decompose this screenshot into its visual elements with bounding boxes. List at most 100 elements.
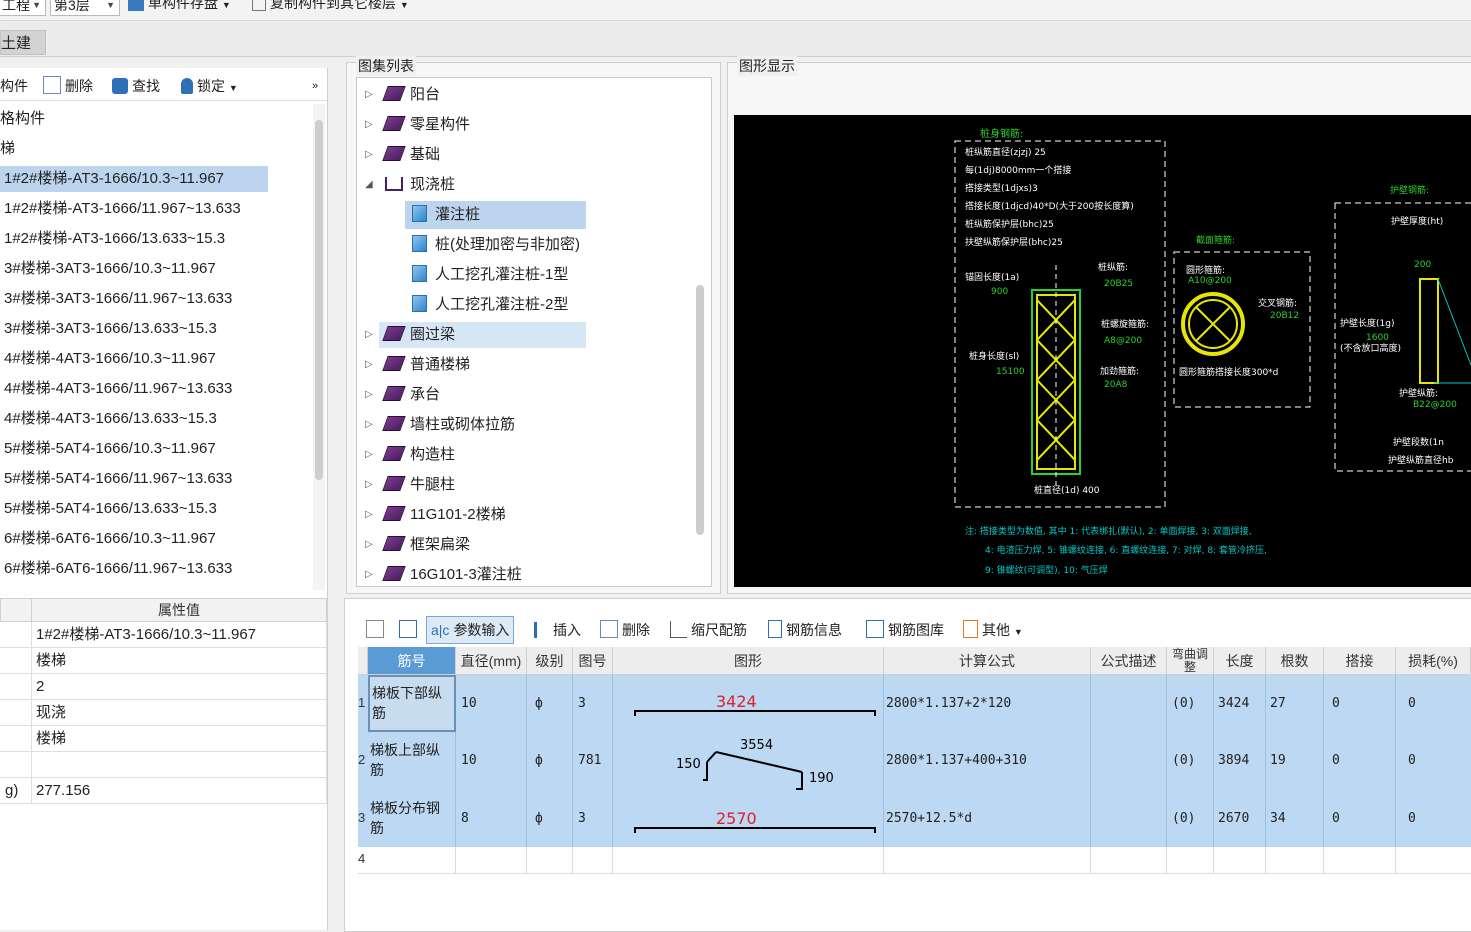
bend-adjust-cell[interactable]: (0) (1167, 675, 1214, 732)
length-cell[interactable]: 3424 (1214, 675, 1266, 732)
expand-icon[interactable]: ▷ (365, 142, 373, 168)
lap-cell[interactable]: 0 (1324, 790, 1396, 847)
expand-icon[interactable]: ▷ (365, 412, 373, 438)
count-cell[interactable]: 27 (1266, 675, 1324, 732)
scale-rebar-button[interactable]: 缩尺配筋 (670, 620, 747, 640)
property-value[interactable]: 楼梯 (31, 648, 327, 674)
property-value[interactable]: 277.156 (31, 778, 327, 804)
atlas-subitem[interactable]: 人工挖孔灌注桩-1型 (412, 262, 568, 288)
shape-cell[interactable] (613, 847, 884, 873)
rebar-name-cell[interactable]: 梯板下部纵筋 (368, 675, 456, 732)
grade-cell[interactable]: ф (527, 675, 573, 732)
grade-cell[interactable]: ф (527, 790, 573, 847)
find-component-button[interactable]: 查找 (112, 76, 160, 96)
atlas-item[interactable]: ▷ 11G101-2楼梯 (365, 502, 506, 528)
new-component-button[interactable]: 构件 (0, 76, 28, 96)
expand-icon[interactable]: ▷ (365, 112, 373, 138)
tree-item[interactable]: 4#楼梯-4AT3-1666/11.967~13.633 (4, 376, 232, 402)
atlas-item[interactable]: ▷ 构造柱 (365, 442, 455, 468)
rebar-name-cell[interactable]: 梯板分布钢筋 (368, 790, 456, 847)
param-input-button[interactable]: a|c 参数输入 (426, 616, 515, 644)
rebar-drawing-canvas[interactable]: 桩身钢筋: 桩纵筋直径(zjzj) 25 每(1dj)8000mm一个搭接 搭接… (734, 115, 1471, 587)
tree-item[interactable]: 6#楼梯-6AT6-1666/10.3~11.967 (4, 526, 216, 552)
atlas-item[interactable]: ▷ 零星构件 (365, 112, 470, 138)
tree-item[interactable]: 5#楼梯-5AT4-1666/11.967~13.633 (4, 466, 232, 492)
figure-no-cell[interactable]: 781 (573, 732, 613, 790)
expand-icon[interactable]: ▷ (365, 352, 373, 378)
column-header[interactable]: 图号 (573, 647, 613, 675)
table-row[interactable]: 3 梯板分布钢筋 8 ф 3 2570 2570+12.5*d (0) 2670… (358, 790, 1471, 847)
copy-to-floors-button[interactable]: 复制构件到其它楼层 ▼ (252, 0, 409, 14)
expand-icon[interactable]: ▷ (365, 322, 373, 348)
grade-cell[interactable]: ф (527, 732, 573, 790)
atlas-item[interactable]: ▷ 16G101-3灌注桩 (365, 562, 522, 586)
tree-item[interactable]: 3#楼梯-3AT3-1666/13.633~15.3 (4, 316, 217, 342)
diameter-cell[interactable]: 10 (456, 675, 527, 732)
loss-cell[interactable]: 0 (1396, 790, 1471, 847)
column-header[interactable]: 图形 (613, 647, 884, 675)
atlas-item[interactable]: ▷ 承台 (365, 382, 440, 408)
diameter-cell[interactable]: 10 (456, 732, 527, 790)
insert-button[interactable]: 插入 (534, 620, 581, 640)
diameter-cell[interactable] (456, 847, 527, 873)
lap-cell[interactable]: 0 (1324, 732, 1396, 790)
figure-no-cell[interactable]: 3 (573, 790, 613, 847)
grade-cell[interactable] (527, 847, 573, 873)
column-header[interactable]: 弯曲调整 (1167, 647, 1214, 675)
rebar-info-button[interactable]: 钢筋信息 (768, 620, 842, 640)
column-header[interactable]: 公式描述 (1091, 647, 1167, 675)
expand-icon[interactable]: ▷ (365, 442, 373, 468)
formula-cell[interactable]: 2800*1.137+2*120 (884, 675, 1091, 732)
atlas-subitem[interactable]: 桩(处理加密与非加密) (412, 232, 580, 258)
delete-component-button[interactable]: 删除 (43, 76, 93, 96)
bend-adjust-cell[interactable] (1167, 847, 1214, 873)
length-cell[interactable]: 3894 (1214, 732, 1266, 790)
formula-desc-cell[interactable] (1091, 790, 1167, 847)
formula-cell[interactable] (884, 847, 1091, 873)
tree-item[interactable]: 1#2#楼梯-AT3-1666/13.633~15.3 (4, 226, 225, 252)
atlas-item[interactable]: ▷ 框架扁梁 (365, 532, 470, 558)
property-value[interactable]: 现浇 (31, 700, 327, 726)
atlas-item[interactable]: ▷ 阳台 (365, 82, 440, 108)
column-header[interactable]: 计算公式 (884, 647, 1091, 675)
formula-desc-cell[interactable] (1091, 732, 1167, 790)
atlas-item[interactable]: ▷ 基础 (365, 142, 440, 168)
expand-icon[interactable]: ▷ (365, 382, 373, 408)
lap-cell[interactable]: 0 (1324, 675, 1396, 732)
atlas-item[interactable]: ▷ 圈过梁 (365, 322, 455, 348)
rebar-library-button[interactable]: 钢筋图库 (866, 620, 944, 640)
diameter-cell[interactable]: 8 (456, 790, 527, 847)
formula-desc-cell[interactable] (1091, 847, 1167, 873)
expand-icon[interactable]: ▷ (365, 472, 373, 498)
rebar-name-cell[interactable]: 梯板上部纵筋 (368, 732, 456, 790)
tree-item[interactable]: 5#楼梯-5AT4-1666/13.633~15.3 (4, 496, 217, 522)
column-header[interactable]: 级别 (527, 647, 573, 675)
formula-cell[interactable]: 2800*1.137+400+310 (884, 732, 1091, 790)
bend-adjust-cell[interactable]: (0) (1167, 732, 1214, 790)
column-header[interactable]: 长度 (1214, 647, 1266, 675)
other-button[interactable]: 其他 ▼ (963, 620, 1023, 640)
tree-item[interactable]: 5#楼梯-5AT4-1666/10.3~11.967 (4, 436, 216, 462)
save-single-button[interactable]: 单构件存盘 ▼ (128, 0, 231, 14)
expand-icon[interactable]: ▷ (365, 532, 373, 558)
figure-no-cell[interactable] (573, 847, 613, 873)
collapse-icon[interactable]: ◢ (365, 172, 373, 198)
atlas-subitem-selected[interactable]: 灌注桩 (412, 202, 480, 228)
shape-cell[interactable]: 3424 (613, 675, 884, 732)
component-tree-scroll-thumb[interactable] (315, 120, 323, 480)
expand-icon[interactable]: ▷ (365, 562, 373, 586)
table-row[interactable]: 1 梯板下部纵筋 10 ф 3 3424 2800*1.137+2*120 (0… (358, 675, 1471, 732)
count-cell[interactable]: 19 (1266, 732, 1324, 790)
tree-group-stairs[interactable]: 梯 (0, 136, 15, 162)
tree-item[interactable]: 3#楼梯-3AT3-1666/11.967~13.633 (4, 286, 232, 312)
atlas-item[interactable]: ▷ 墙柱或砌体拉筋 (365, 412, 515, 438)
column-header[interactable]: 损耗(%) (1396, 647, 1471, 675)
tree-item[interactable]: 4#楼梯-4AT3-1666/10.3~11.967 (4, 346, 216, 372)
delete-rebar-button[interactable]: 删除 (600, 620, 650, 640)
property-value[interactable]: 2 (31, 674, 327, 700)
tree-item[interactable]: 1#2#楼梯-AT3-1666/10.3~11.967 (0, 166, 268, 192)
column-header[interactable]: 筋号 (368, 647, 456, 675)
tree-item[interactable]: 6#楼梯-6AT6-1666/11.967~13.633 (4, 556, 232, 582)
loss-cell[interactable]: 0 (1396, 675, 1471, 732)
column-header[interactable]: 直径(mm) (456, 647, 527, 675)
